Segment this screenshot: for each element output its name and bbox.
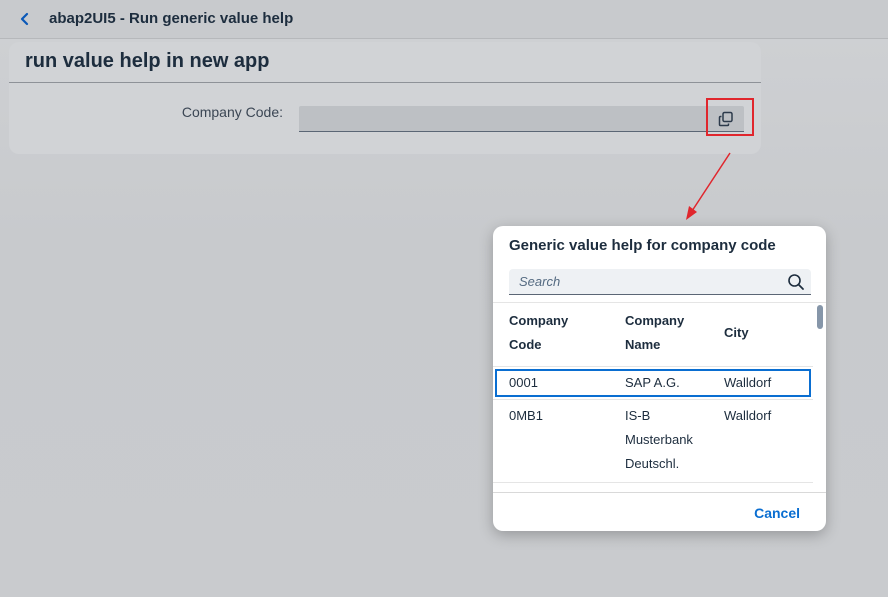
name-line: Deutschl. — [625, 456, 680, 471]
app-title: abap2UI5 - Run generic value help — [49, 10, 294, 27]
name-line: IS-B — [625, 408, 651, 423]
header-text: Name — [625, 337, 661, 352]
header-text: Code — [509, 337, 542, 352]
header-text: Company — [509, 313, 569, 328]
search-input[interactable] — [509, 269, 789, 294]
cell-company-code: 0MB1 — [509, 408, 543, 423]
name-line: Musterbank — [625, 432, 693, 447]
column-header-company-name[interactable]: Company Name — [625, 309, 684, 357]
scrollbar-thumb[interactable] — [817, 305, 823, 329]
search-field[interactable] — [509, 269, 811, 295]
panel-title: run value help in new app — [25, 50, 270, 72]
cell-city: Walldorf — [724, 408, 772, 423]
value-help-dialog: Generic value help for company code Comp… — [493, 226, 826, 531]
panel-divider — [9, 82, 761, 83]
company-code-label: Company Code: — [181, 104, 283, 120]
highlight-annotation — [706, 98, 754, 136]
company-code-input[interactable] — [299, 106, 744, 132]
cell-company-code: 0001 — [509, 375, 538, 390]
cell-company-name: IS-B Musterbank Deutschl. — [625, 404, 693, 476]
chevron-left-icon — [20, 12, 29, 26]
shell-header: abap2UI5 - Run generic value help — [0, 0, 888, 39]
column-header-company-code[interactable]: Company Code — [509, 309, 568, 357]
table-row[interactable]: 0MB1 IS-B Musterbank Deutschl. Walldorf — [493, 400, 813, 482]
header-text: Company — [625, 313, 685, 328]
header-separator — [493, 366, 813, 367]
cell-city: Walldorf — [724, 375, 772, 390]
cancel-button[interactable]: Cancel — [754, 505, 800, 521]
form-panel: run value help in new app Company Code: — [9, 42, 761, 154]
cell-company-name: SAP A.G. — [625, 375, 680, 390]
dialog-title: Generic value help for company code — [509, 237, 776, 254]
row-separator — [493, 482, 813, 483]
dialog-footer: Cancel — [493, 492, 826, 531]
results-table: Company Code Company Name City 0001 SAP … — [493, 302, 826, 493]
column-header-city[interactable]: City — [724, 321, 749, 345]
search-icon[interactable] — [787, 273, 805, 291]
back-button[interactable] — [14, 8, 36, 30]
